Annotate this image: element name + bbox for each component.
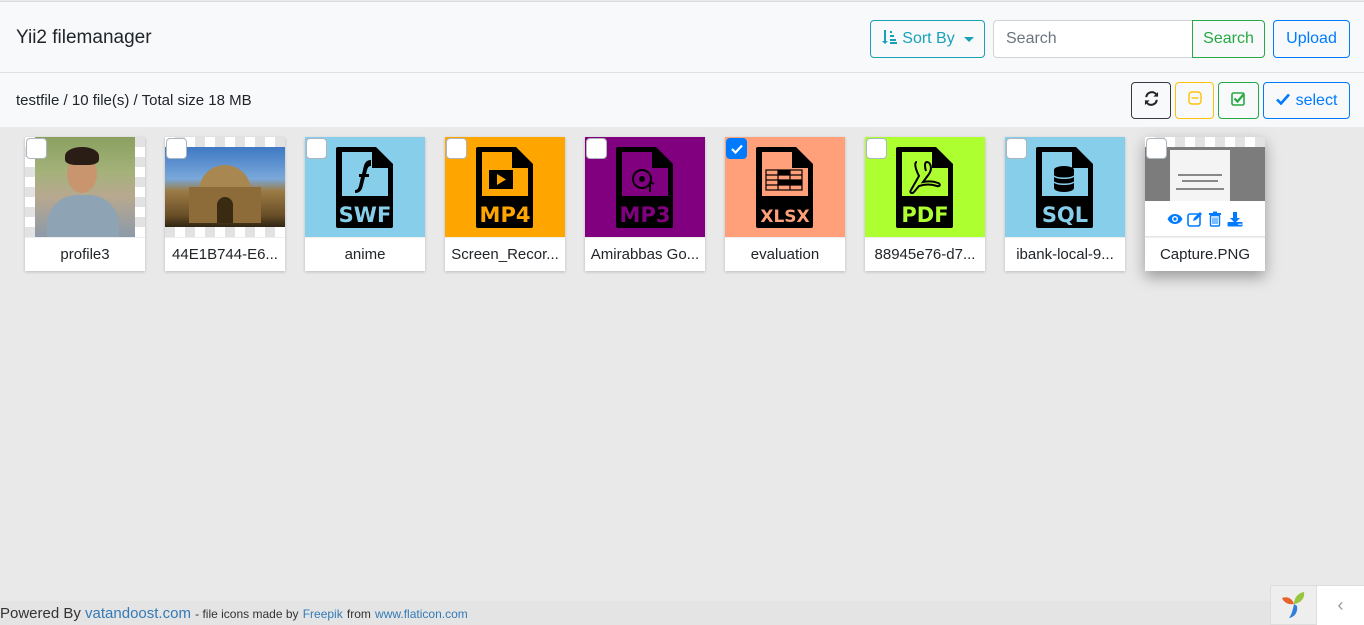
file-checkbox[interactable] bbox=[306, 138, 327, 159]
sql-file-icon: SQL bbox=[1036, 147, 1093, 228]
svg-text:SQL: SQL bbox=[1042, 203, 1088, 227]
icons-credit-label: file icons made by bbox=[202, 607, 299, 621]
file-checkbox[interactable] bbox=[726, 138, 747, 159]
edit-icon[interactable] bbox=[1187, 211, 1203, 227]
mp4-file-icon: MP4 bbox=[476, 147, 533, 228]
svg-text:MP3: MP3 bbox=[620, 203, 671, 227]
sort-by-dropdown[interactable]: Sort By bbox=[870, 20, 985, 58]
view-icon[interactable] bbox=[1167, 211, 1183, 227]
debug-toolbar-toggle[interactable]: ‹ bbox=[1317, 585, 1364, 625]
file-card[interactable]: 44E1B744-E6... bbox=[165, 137, 285, 271]
file-name: evaluation bbox=[725, 237, 845, 271]
file-name: 44E1B744-E6... bbox=[165, 237, 285, 271]
check-icon bbox=[730, 144, 743, 154]
vatandoost-link[interactable]: vatandoost.com bbox=[85, 605, 191, 622]
deselect-all-button[interactable] bbox=[1175, 82, 1214, 119]
upload-button[interactable]: Upload bbox=[1273, 20, 1350, 58]
select-label: select bbox=[1295, 91, 1338, 109]
file-checkbox[interactable] bbox=[866, 138, 887, 159]
check-square-icon bbox=[1231, 91, 1246, 111]
from-label: from bbox=[346, 607, 371, 621]
check-icon bbox=[1275, 92, 1290, 110]
file-name: ibank-local-9... bbox=[1005, 237, 1125, 271]
file-checkbox[interactable] bbox=[1146, 138, 1167, 159]
svg-text:MP4: MP4 bbox=[480, 203, 531, 227]
file-name: anime bbox=[305, 237, 425, 271]
caret-down-icon bbox=[963, 36, 974, 42]
file-card[interactable]: PDF 88945e76-d7... bbox=[865, 137, 985, 271]
profile-photo bbox=[35, 137, 135, 237]
top-navbar: Yii2 filemanager Sort By Search Upload bbox=[0, 1, 1364, 73]
select-mode-button[interactable]: select bbox=[1263, 82, 1350, 119]
footer: Powered By vatandoost.com - file icons m… bbox=[0, 601, 1270, 625]
search-button[interactable]: Search bbox=[1192, 20, 1265, 58]
mp3-file-icon: MP3 bbox=[616, 147, 673, 228]
file-card[interactable]: SQL ibank-local-9... bbox=[1005, 137, 1125, 271]
freepik-link[interactable]: Freepik bbox=[303, 607, 343, 621]
app-title: Yii2 filemanager bbox=[16, 27, 152, 48]
swf-file-icon: SWF bbox=[336, 147, 393, 228]
file-name: Amirabbas Go... bbox=[585, 237, 705, 271]
download-icon[interactable] bbox=[1227, 211, 1243, 227]
yii-logo-icon bbox=[1281, 592, 1304, 618]
file-card[interactable]: Capture.PNG bbox=[1145, 137, 1265, 271]
file-checkbox[interactable] bbox=[586, 138, 607, 159]
file-name: Screen_Recor... bbox=[445, 237, 565, 271]
file-checkbox[interactable] bbox=[1006, 138, 1027, 159]
file-toolbar: testfile / 10 file(s) / Total size 18 MB… bbox=[0, 73, 1364, 127]
file-checkbox[interactable] bbox=[26, 138, 47, 159]
svg-text:SWF: SWF bbox=[339, 203, 392, 227]
refresh-button[interactable] bbox=[1131, 82, 1171, 119]
file-card[interactable]: MP4 Screen_Recor... bbox=[445, 137, 565, 271]
file-name: Capture.PNG bbox=[1145, 237, 1265, 271]
svg-text:XLSX: XLSX bbox=[760, 207, 809, 227]
file-name: profile3 bbox=[25, 237, 145, 271]
sort-amount-down-icon bbox=[881, 29, 898, 50]
svg-text:PDF: PDF bbox=[901, 203, 948, 227]
folder-summary: testfile / 10 file(s) / Total size 18 MB bbox=[16, 92, 252, 109]
flaticon-link[interactable]: www.flaticon.com bbox=[375, 607, 468, 621]
yii-debug-logo[interactable] bbox=[1270, 585, 1317, 625]
file-card[interactable]: SWF anime bbox=[305, 137, 425, 271]
file-checkbox[interactable] bbox=[446, 138, 467, 159]
pdf-file-icon: PDF bbox=[896, 147, 953, 228]
minus-square-icon bbox=[1187, 91, 1202, 110]
file-card[interactable]: profile3 bbox=[25, 137, 145, 271]
select-all-button[interactable] bbox=[1218, 82, 1259, 119]
file-actions bbox=[1145, 201, 1265, 237]
trash-icon[interactable] bbox=[1207, 211, 1223, 227]
chevron-left-icon: ‹ bbox=[1337, 595, 1344, 615]
xlsx-file-icon: XLSX bbox=[756, 147, 813, 228]
file-checkbox[interactable] bbox=[166, 138, 187, 159]
file-card[interactable]: MP3 Amirabbas Go... bbox=[585, 137, 705, 271]
file-card[interactable]: XLSX evaluation bbox=[725, 137, 845, 271]
refresh-icon bbox=[1144, 90, 1159, 111]
file-name: 88945e76-d7... bbox=[865, 237, 985, 271]
powered-by-label: Powered By bbox=[0, 605, 81, 622]
search-input[interactable] bbox=[993, 20, 1193, 58]
mosque-photo bbox=[165, 147, 285, 227]
sort-by-label: Sort By bbox=[902, 30, 955, 47]
